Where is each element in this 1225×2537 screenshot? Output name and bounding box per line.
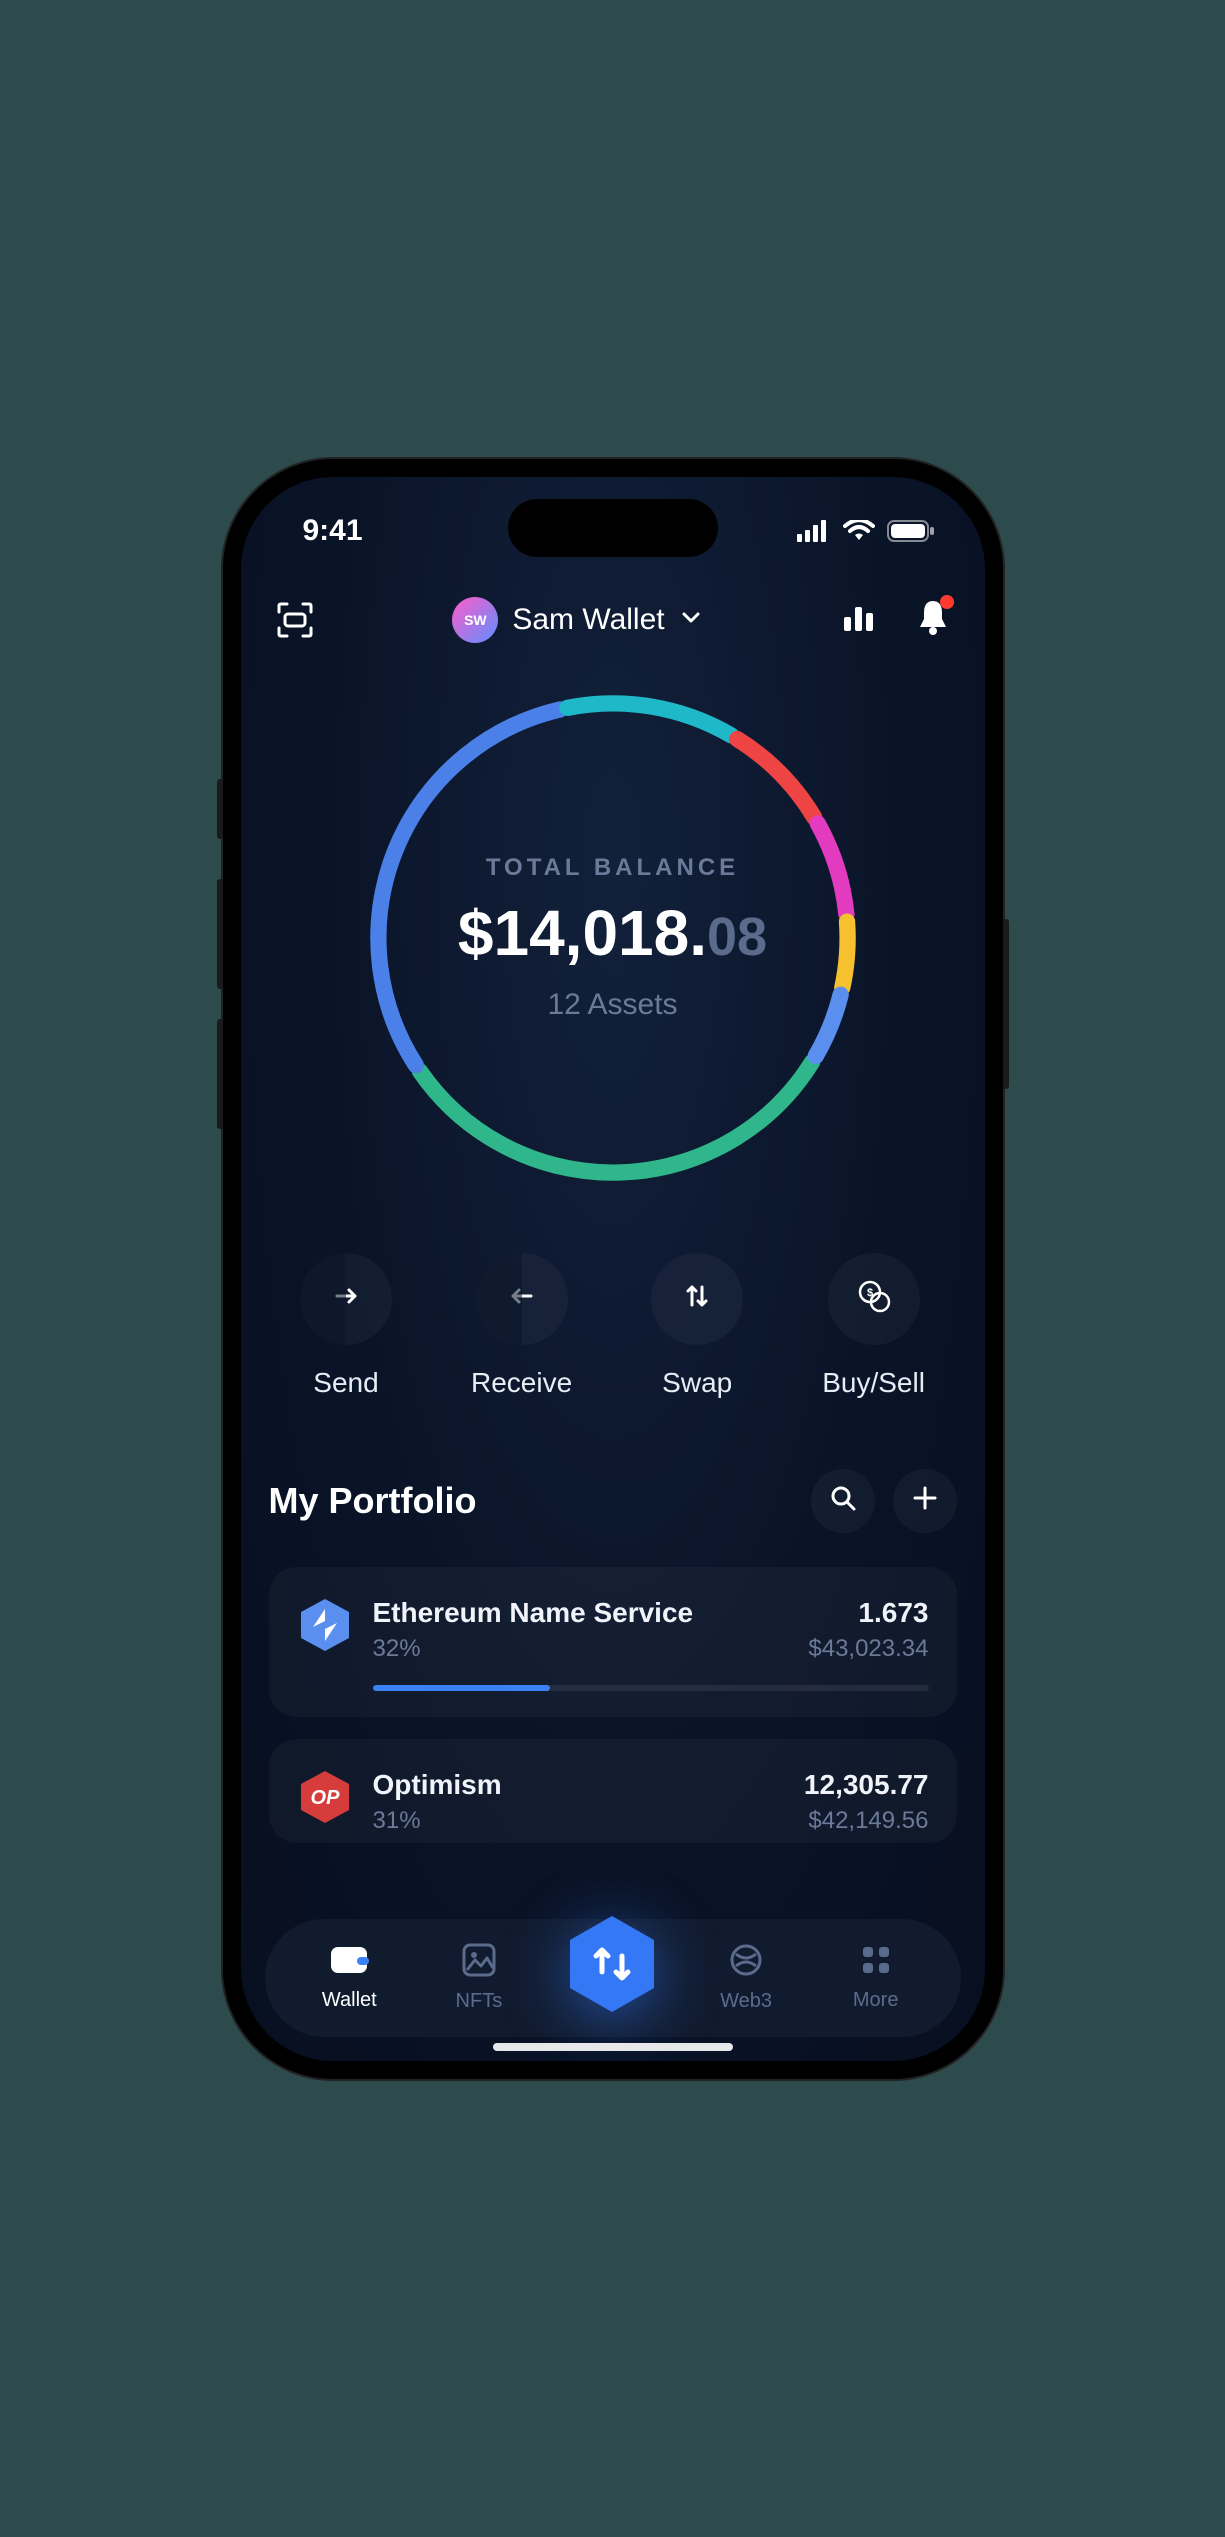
cellular-signal-icon <box>797 520 831 542</box>
swap-button[interactable]: Swap <box>651 1253 743 1399</box>
tab-nfts[interactable]: NFTs <box>429 1942 529 2013</box>
home-indicator[interactable] <box>493 2043 733 2051</box>
notifications-button[interactable] <box>914 597 952 642</box>
scan-icon[interactable] <box>273 598 317 642</box>
tab-label: Wallet <box>322 1989 377 2012</box>
search-icon <box>828 1483 858 1518</box>
portfolio-section: My Portfolio <box>241 1409 985 1843</box>
wifi-icon <box>843 520 875 542</box>
tab-bar: Wallet NFTs Web3 <box>265 1919 961 2037</box>
coins-icon: $ <box>855 1277 893 1320</box>
asset-amount: 1.673 <box>858 1597 928 1629</box>
asset-name: Ethereum Name Service <box>373 1597 694 1629</box>
receive-label: Receive <box>471 1367 572 1399</box>
swap-icon <box>680 1279 714 1318</box>
wallet-selector[interactable]: SW Sam Wallet <box>452 597 702 643</box>
image-icon <box>461 1942 497 1984</box>
portfolio-title: My Portfolio <box>269 1480 477 1522</box>
tab-center-action[interactable] <box>558 1910 666 2018</box>
asset-percent: 32% <box>373 1635 421 1663</box>
phone-frame: 9:41 <box>223 459 1003 2079</box>
asset-name: Optimism <box>373 1769 502 1801</box>
donut-svg <box>358 683 868 1193</box>
actions-row: Send Receive Swap <box>241 1193 985 1409</box>
grid-icon <box>859 1943 893 1983</box>
swap-label: Swap <box>651 1367 743 1399</box>
send-label: Send <box>300 1367 392 1399</box>
tab-wallet[interactable]: Wallet <box>299 1943 399 2012</box>
phone-screen: 9:41 <box>241 477 985 2061</box>
chevron-down-icon <box>679 603 703 637</box>
asset-icon-ens <box>297 1597 353 1653</box>
asset-card[interactable]: OP Optimism 12,305.77 31% $42,149.56 <box>269 1739 957 1843</box>
search-button[interactable] <box>811 1469 875 1533</box>
battery-icon <box>887 520 935 542</box>
send-button[interactable]: Send <box>300 1253 392 1399</box>
plus-icon <box>911 1484 939 1517</box>
asset-card[interactable]: Ethereum Name Service 1.673 32% $43,023.… <box>269 1567 957 1717</box>
app-header: SW Sam Wallet <box>241 557 985 653</box>
stats-icon[interactable] <box>838 597 878 642</box>
svg-text:OP: OP <box>310 1787 340 1809</box>
buy-sell-button[interactable]: $ Buy/Sell <box>822 1253 925 1399</box>
add-button[interactable] <box>893 1469 957 1533</box>
status-time: 9:41 <box>303 514 363 548</box>
asset-progress <box>373 1685 929 1691</box>
asset-percent: 31% <box>373 1807 421 1835</box>
asset-icon-optimism: OP <box>297 1769 353 1825</box>
tab-more[interactable]: More <box>826 1943 926 2012</box>
tab-label: NFTs <box>456 1990 503 2013</box>
tab-label: Web3 <box>720 1990 772 2013</box>
wallet-icon <box>329 1943 369 1983</box>
balance-donut-chart[interactable]: TOTAL BALANCE $14,018.08 12 Assets <box>358 683 868 1193</box>
asset-value: $43,023.34 <box>808 1635 928 1663</box>
tab-web3[interactable]: Web3 <box>696 1942 796 2013</box>
bell-icon <box>914 624 952 641</box>
wallet-avatar: SW <box>452 597 498 643</box>
asset-value: $42,149.56 <box>808 1807 928 1835</box>
globe-icon <box>728 1942 764 1984</box>
tab-label: More <box>853 1989 899 2012</box>
receive-button[interactable]: Receive <box>471 1253 572 1399</box>
asset-amount: 12,305.77 <box>804 1769 929 1801</box>
dynamic-island <box>508 499 718 557</box>
wallet-name: Sam Wallet <box>512 603 664 637</box>
buy-sell-label: Buy/Sell <box>822 1367 925 1399</box>
asset-progress-fill <box>373 1685 551 1691</box>
